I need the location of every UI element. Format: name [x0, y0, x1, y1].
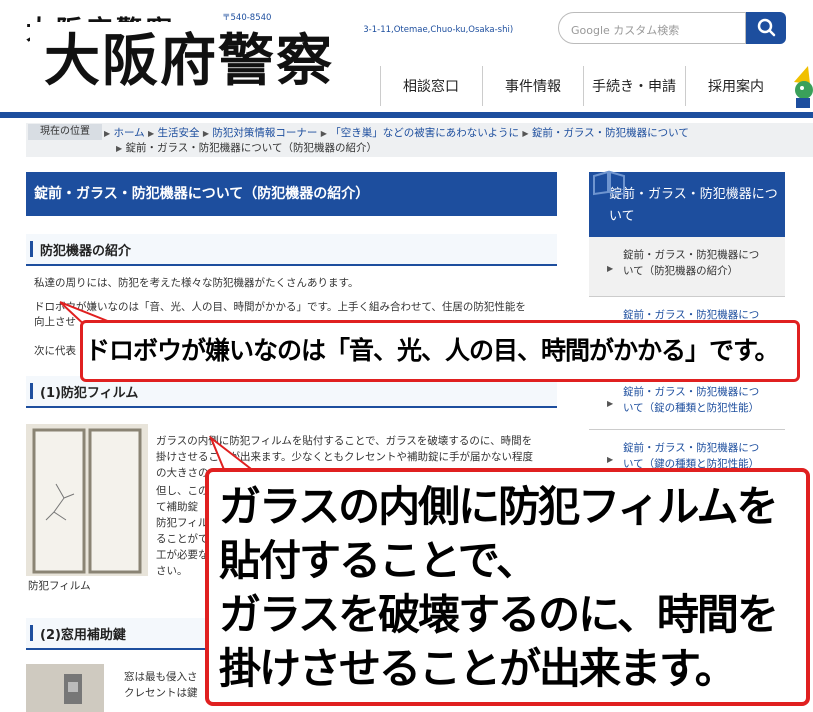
examples-paragraph: 次に代表	[34, 345, 76, 357]
sidebar-item-devices[interactable]: ▶ 錠前・ガラス・防犯機器につ いて（防犯機器の紹介）	[589, 237, 785, 297]
breadcrumb-arrow-icon: ▶	[148, 129, 155, 138]
section-heading-label: 防犯機器の紹介	[40, 244, 132, 259]
breadcrumb-arrow-icon: ▶	[320, 129, 327, 138]
film-photo	[26, 424, 148, 576]
callout-film-line: 掛けさせることが出来ます。	[219, 644, 737, 693]
search-input[interactable]: Google カスタム検索	[558, 12, 746, 44]
sidebar-item-label: 錠前・ガラス・防犯機器につ	[623, 386, 760, 398]
film-text-line4: 但し、この	[156, 485, 209, 497]
callout-film-line: 貼付することで、	[219, 536, 538, 585]
breadcrumb-current: ▶ 錠前・ガラス・防犯機器について（防犯機器の紹介）	[116, 140, 377, 155]
sidebar-item-lock-types[interactable]: ▶ 錠前・ガラス・防犯機器につ いて（錠の種類と防犯性能）	[589, 374, 785, 430]
breadcrumb-safety[interactable]: 生活安全	[158, 127, 200, 139]
nav-item-recruitment[interactable]: 採用案内	[685, 66, 786, 106]
sidebar-item-label: 錠前・ガラス・防犯機器につ	[623, 249, 760, 261]
window-lock-photo	[26, 664, 104, 712]
search-icon	[757, 18, 776, 37]
callout-film: ガラスの内側に防犯フィルムを 貼付することで、 ガラスを破壊するのに、時間を 掛…	[205, 468, 810, 706]
heading-bar	[30, 625, 33, 641]
intro-paragraph: 私達の周りには、防犯を考えた様々な防犯機器がたくさんあります。	[34, 277, 359, 289]
breadcrumb-arrow-icon: ▶	[202, 129, 210, 138]
window-lock-text-line1: 窓は最も侵入さ	[124, 671, 198, 683]
film-text-line9: さい。	[156, 565, 188, 577]
film-text-line8: 工が必要な	[156, 549, 209, 561]
section-heading-label: (1)防犯フィルム	[40, 386, 139, 401]
callout-film-line: ガラスを破壊するのに、時間を	[219, 590, 779, 639]
heading-bar	[30, 383, 33, 399]
heading-bar	[30, 241, 33, 257]
sidebar-item-label: いて（防犯機器の紹介）	[623, 265, 739, 277]
breadcrumb-trail: ▶ ホーム ▶ 生活安全 ▶ 防犯対策情報コーナー ▶ 「空き巣」などの被害にあ…	[104, 125, 689, 140]
mascot-icon	[794, 66, 813, 108]
film-text-line6: 防犯フィル	[156, 517, 209, 529]
film-text-line5: て補助錠	[156, 501, 198, 513]
triangle-icon: ▶	[607, 455, 614, 464]
triangle-icon: ▶	[607, 399, 614, 408]
callout-film-line: ガラスの内側に防犯フィルムを	[219, 482, 778, 531]
breadcrumb-arrow-icon: ▶	[116, 144, 123, 153]
nav-item-procedures[interactable]: 手続き・申請	[583, 66, 684, 106]
breadcrumb-crime-prevention[interactable]: 防犯対策情報コーナー	[212, 127, 317, 139]
search-button[interactable]	[746, 12, 786, 44]
book-icon	[593, 170, 625, 196]
page-title: 錠前・ガラス・防犯機器について（防犯機器の紹介）	[26, 172, 557, 216]
breadcrumb-arrow-icon: ▶	[104, 129, 111, 138]
nav-item-incidents[interactable]: 事件情報	[482, 66, 583, 106]
breadcrumb-current-label: 錠前・ガラス・防犯機器について（防犯機器の紹介）	[125, 142, 377, 154]
film-text-line3: の大きさの	[156, 467, 209, 479]
sidebar-item-label: いて（錠の種類と防犯性能）	[623, 402, 760, 414]
film-text-line7: ることがて	[156, 533, 209, 545]
breadcrumb-label: 現在の位置	[28, 124, 102, 140]
breadcrumb-burglary[interactable]: 「空き巣」などの被害にあわないように	[330, 127, 519, 139]
sidebar-item-label: 錠前・ガラス・防犯機器につ	[623, 442, 760, 454]
section-heading-devices: 防犯機器の紹介	[26, 234, 557, 266]
section-heading-label: (2)窓用補助鍵	[40, 628, 126, 643]
section-heading-window-lock: (2)窓用補助鍵	[26, 618, 206, 650]
film-caption: 防犯フィルム	[28, 580, 91, 592]
window-lock-text-line2: クレセントは鍵	[124, 687, 198, 699]
breadcrumb-home[interactable]: ホーム	[114, 127, 145, 139]
callout-quote: ドロボウが嫌いなのは「音、光、人の目、時間がかかる」です。	[80, 320, 800, 382]
big-logo-overlay: 大阪府警察	[30, 22, 364, 100]
nav-item-consultation[interactable]: 相談窓口	[380, 66, 481, 106]
breadcrumb-locks[interactable]: 錠前・ガラス・防犯機器について	[532, 127, 689, 139]
nav-underline	[0, 112, 813, 118]
breadcrumb-arrow-icon: ▶	[522, 129, 529, 138]
triangle-icon: ▶	[607, 264, 614, 273]
